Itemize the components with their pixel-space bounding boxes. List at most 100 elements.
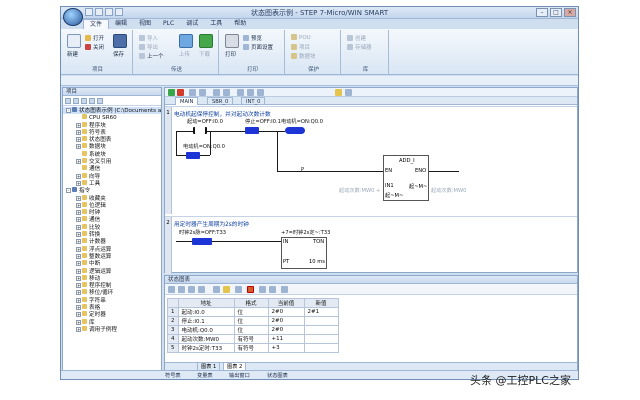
new-value-cell[interactable] bbox=[303, 316, 339, 326]
tree-tool-icon[interactable] bbox=[97, 98, 103, 104]
chart-options-icon[interactable] bbox=[281, 286, 288, 293]
tree-item[interactable]: + 工具 bbox=[63, 179, 161, 187]
expand-icon[interactable]: + bbox=[76, 180, 81, 186]
tree-item[interactable]: + 浮点运算 bbox=[63, 245, 161, 253]
tree-item[interactable]: + 位逻辑 bbox=[63, 201, 161, 209]
tree-item[interactable]: + 状态图表 bbox=[63, 136, 161, 143]
expand-icon[interactable]: + bbox=[76, 268, 81, 274]
tree-item[interactable]: + 定时器 bbox=[63, 311, 161, 318]
expand-icon[interactable]: + bbox=[76, 217, 81, 223]
clock-contact[interactable] bbox=[192, 238, 212, 245]
protect-project-button[interactable]: 项目 bbox=[291, 43, 310, 51]
upload-button[interactable]: 上传 bbox=[179, 50, 190, 58]
unforce-icon[interactable] bbox=[259, 286, 266, 293]
tree-item[interactable]: + 数据块 bbox=[63, 143, 161, 150]
expand-icon[interactable]: + bbox=[76, 275, 81, 281]
print-button[interactable]: 打印 bbox=[225, 50, 236, 58]
maximize-button[interactable]: □ bbox=[550, 8, 562, 17]
tree-tool-icon[interactable] bbox=[81, 98, 87, 104]
minimize-button[interactable]: – bbox=[536, 8, 548, 17]
expand-icon[interactable]: + bbox=[76, 144, 81, 150]
expand-icon[interactable]: + bbox=[76, 312, 81, 318]
stop-contact[interactable] bbox=[245, 127, 259, 134]
close-button[interactable]: × bbox=[564, 8, 576, 17]
monitor-icon[interactable] bbox=[199, 89, 206, 96]
bottom-tab-output-window[interactable]: 输出窗口 bbox=[229, 372, 250, 379]
delete-icon[interactable] bbox=[223, 89, 230, 96]
tree-item[interactable]: + 转换 bbox=[63, 231, 161, 238]
qat-open-icon[interactable] bbox=[95, 8, 103, 16]
table-row[interactable]: 4 起动次数:MW0 有符号 +11 bbox=[167, 334, 339, 344]
expand-icon[interactable]: + bbox=[76, 129, 81, 135]
symbol-icon[interactable] bbox=[335, 89, 342, 96]
new-button[interactable]: 新建 bbox=[67, 50, 78, 58]
write-icon[interactable] bbox=[223, 286, 230, 293]
tab-sbr0[interactable]: SBR_0 bbox=[207, 97, 234, 105]
comment-icon[interactable] bbox=[345, 89, 352, 96]
read-icon[interactable] bbox=[235, 286, 242, 293]
menu-file[interactable]: 文件 bbox=[83, 19, 110, 29]
tree-item[interactable]: + 通信 bbox=[63, 216, 161, 223]
chart-monitor-icon[interactable] bbox=[198, 286, 205, 293]
expand-icon[interactable]: + bbox=[76, 319, 81, 325]
menu-tools[interactable]: 工具 bbox=[204, 19, 228, 29]
contact-icon[interactable] bbox=[237, 89, 244, 96]
tree-tool-icon[interactable] bbox=[89, 98, 95, 104]
memory-button[interactable]: 存储器 bbox=[347, 43, 372, 51]
menu-edit[interactable]: 编辑 bbox=[109, 19, 133, 29]
tree-item[interactable]: + 表格 bbox=[63, 304, 161, 311]
table-row[interactable]: 3 电动机:Q0.0 位 2#0 bbox=[167, 325, 339, 335]
delete-row-icon[interactable] bbox=[178, 286, 185, 293]
expand-icon[interactable]: + bbox=[76, 283, 81, 289]
expand-icon[interactable]: + bbox=[76, 246, 81, 252]
tree-item[interactable]: + 比较 bbox=[63, 223, 161, 231]
tab-main[interactable]: MAIN bbox=[175, 97, 199, 105]
insert-chart-icon[interactable] bbox=[188, 286, 195, 293]
qat-undo-icon[interactable] bbox=[115, 8, 123, 16]
expand-icon[interactable]: + bbox=[76, 253, 81, 259]
save-button[interactable]: 保存 bbox=[113, 50, 124, 58]
import-button[interactable]: 导入 bbox=[139, 34, 158, 42]
menu-view[interactable]: 视图 bbox=[133, 19, 157, 29]
collapse-icon[interactable]: - bbox=[66, 108, 71, 113]
table-row[interactable]: 5 时钟2s定时:T33 有符号 +3 bbox=[167, 343, 339, 353]
qat-save-icon[interactable] bbox=[105, 8, 113, 16]
motor-contact[interactable] bbox=[186, 152, 200, 159]
tree-item[interactable]: + 收藏夹 bbox=[63, 194, 161, 202]
new-value-cell[interactable] bbox=[303, 325, 339, 335]
tree-item[interactable]: + 逻辑运算 bbox=[63, 267, 161, 275]
expand-icon[interactable]: + bbox=[76, 202, 81, 208]
tree-item[interactable]: 系统块 bbox=[63, 150, 161, 158]
tree-item[interactable]: - 状态图表示例 (C:\Documents a bbox=[63, 107, 161, 115]
tree-item[interactable]: + 向导 bbox=[63, 172, 161, 180]
preview-button[interactable]: 预览 bbox=[243, 34, 262, 42]
bottom-tab-variable-table[interactable]: 变量表 bbox=[197, 372, 213, 379]
bottom-tab-symbol-table[interactable]: 符号表 bbox=[165, 372, 181, 379]
page-setup-button[interactable]: 页面设置 bbox=[243, 43, 273, 51]
open-button[interactable]: 打开 bbox=[85, 34, 104, 42]
protect-datablock-button[interactable]: 数据块 bbox=[291, 52, 316, 60]
bottom-tab-status-chart[interactable]: 状态图表 bbox=[267, 372, 288, 379]
expand-icon[interactable]: + bbox=[76, 173, 81, 179]
expand-icon[interactable]: + bbox=[76, 261, 81, 267]
expand-icon[interactable]: + bbox=[76, 210, 81, 216]
tree-tool-icon[interactable] bbox=[65, 98, 71, 104]
create-library-button[interactable]: 创建 bbox=[347, 34, 366, 42]
expand-icon[interactable]: + bbox=[76, 137, 81, 143]
expand-icon[interactable]: + bbox=[76, 297, 81, 303]
expand-icon[interactable]: + bbox=[76, 326, 81, 332]
motor-coil[interactable] bbox=[285, 127, 305, 134]
export-button[interactable]: 导出 bbox=[139, 43, 158, 51]
tree-item[interactable]: + 程序块 bbox=[63, 121, 161, 129]
expand-icon[interactable]: + bbox=[76, 232, 81, 238]
tree-item[interactable]: + 计数器 bbox=[63, 238, 161, 245]
read-forced-icon[interactable] bbox=[269, 286, 276, 293]
table-row[interactable]: 2 停止:I0.1 位 2#0 bbox=[167, 316, 339, 326]
collapse-icon[interactable]: - bbox=[66, 188, 71, 194]
expand-icon[interactable]: + bbox=[76, 122, 81, 128]
menu-debug[interactable]: 调试 bbox=[180, 19, 204, 29]
add-row-icon[interactable] bbox=[168, 286, 175, 293]
new-value-cell[interactable]: 2#1 bbox=[303, 307, 339, 317]
tree-item[interactable]: + 符号表 bbox=[63, 128, 161, 136]
tree-item[interactable]: + 程序控制 bbox=[63, 282, 161, 289]
